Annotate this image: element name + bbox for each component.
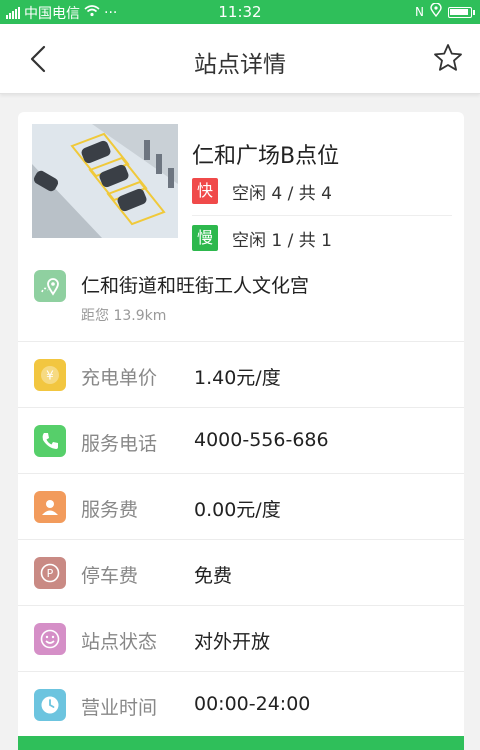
detail-value: 1.40元/度	[194, 367, 281, 389]
detail-row-phone[interactable]: 服务电话 4000-556-686	[18, 408, 464, 474]
status-time: 11:32	[218, 3, 262, 21]
fast-charge-availability: 空闲 4 / 共 4	[232, 183, 332, 204]
distance-text: 距您 13.9km	[81, 308, 167, 324]
svg-text:¥: ¥	[46, 369, 54, 383]
detail-label: 服务费	[81, 499, 139, 521]
charge-divider	[192, 215, 452, 216]
yuan-icon: ¥	[34, 359, 66, 391]
detail-row-hours: 营业时间 00:00-24:00	[18, 672, 464, 738]
detail-value[interactable]: 4000-556-686	[194, 429, 329, 451]
station-name: 仁和广场B点位	[192, 144, 340, 169]
detail-row-price: ¥ 充电单价 1.40元/度	[18, 342, 464, 408]
parking-icon: P	[34, 557, 66, 589]
status-right: N	[415, 2, 475, 21]
page-title: 站点详情	[194, 52, 286, 78]
detail-row-service-fee: 服务费 0.00元/度	[18, 474, 464, 540]
smile-icon	[34, 623, 66, 655]
status-bar: 中国电信 ··· 11:32 N	[0, 0, 480, 24]
station-detail-card: 仁和广场B点位 快 空闲 4 / 共 4 慢 空闲 1 / 共 1 仁和街道和旺…	[18, 112, 464, 750]
detail-row-parking: P 停车费 免费	[18, 540, 464, 606]
phone-icon	[34, 425, 66, 457]
nav-bar: 站点详情	[0, 24, 480, 94]
bottom-action-bar[interactable]	[18, 736, 464, 750]
map-pin-icon	[34, 270, 66, 302]
slow-charge-availability: 空闲 1 / 共 1	[232, 230, 332, 251]
detail-label: 服务电话	[81, 433, 158, 455]
fast-charge-row: 快 空闲 4 / 共 4	[192, 178, 332, 204]
location-icon	[430, 2, 442, 21]
station-summary: 仁和广场B点位 快 空闲 4 / 共 4 慢 空闲 1 / 共 1	[32, 124, 452, 251]
detail-label: 充电单价	[81, 367, 158, 389]
detail-value: 免费	[194, 565, 233, 587]
nfc-icon: N	[415, 5, 424, 19]
clock-icon	[34, 689, 66, 721]
detail-value: 对外开放	[194, 631, 271, 653]
person-icon	[34, 491, 66, 523]
address-text: 仁和街道和旺街工人文化宫	[81, 275, 310, 297]
detail-row-station-status: 站点状态 对外开放	[18, 606, 464, 672]
station-photo[interactable]	[32, 124, 178, 238]
detail-value: 0.00元/度	[194, 499, 281, 521]
slow-charge-tag: 慢	[192, 225, 218, 251]
detail-label: 营业时间	[81, 697, 158, 719]
slow-charge-row: 慢 空闲 1 / 共 1	[192, 225, 332, 251]
svg-text:P: P	[47, 567, 54, 580]
favorite-star-icon[interactable]	[432, 42, 464, 74]
detail-value: 00:00-24:00	[194, 693, 311, 715]
battery-icon	[448, 6, 475, 18]
fast-charge-tag: 快	[192, 178, 218, 204]
detail-label: 停车费	[81, 565, 139, 587]
address-row[interactable]: 仁和街道和旺街工人文化宫 距您 13.9km	[18, 250, 464, 342]
detail-label: 站点状态	[81, 631, 158, 653]
